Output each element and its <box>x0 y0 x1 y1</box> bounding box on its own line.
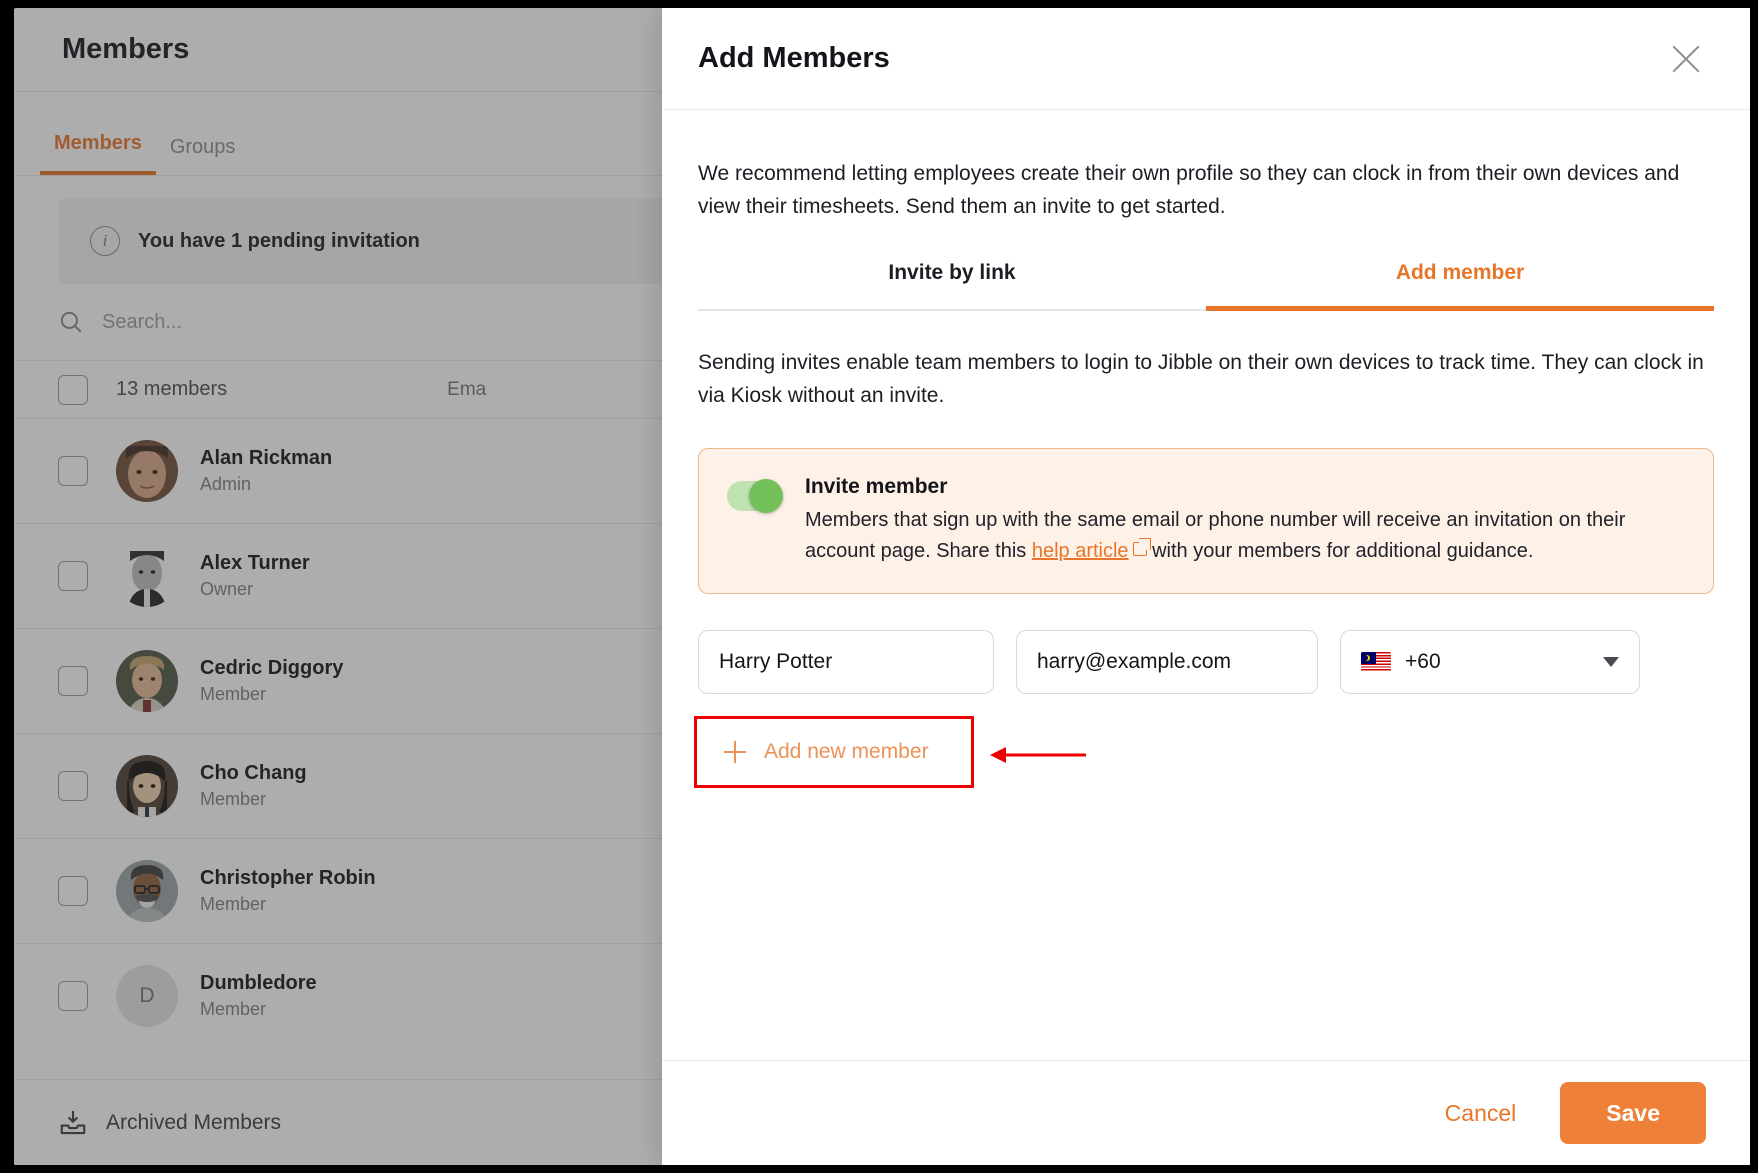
phone-country-select[interactable]: +60 <box>1340 630 1640 695</box>
member-identity: Alan Rickman Admin <box>88 440 558 502</box>
search-placeholder: Search... <box>102 310 183 333</box>
avatar-photo <box>116 755 178 817</box>
row-checkbox[interactable] <box>58 981 88 1011</box>
archived-members-label: Archived Members <box>106 1110 282 1134</box>
invite-member-toggle[interactable] <box>727 479 783 514</box>
row-checkbox[interactable] <box>58 666 88 696</box>
cancel-button[interactable]: Cancel <box>1431 1090 1531 1137</box>
avatar-photo <box>116 545 178 607</box>
close-icon[interactable] <box>1666 39 1706 79</box>
member-role: Member <box>200 789 267 810</box>
avatar <box>116 545 178 607</box>
plus-icon <box>724 741 746 764</box>
invite-member-title: Invite member <box>805 475 948 499</box>
tab-groups[interactable]: Groups <box>156 136 250 175</box>
email-field-value: harry@example.com <box>1037 650 1232 674</box>
modal-body: We recommend letting employees create th… <box>662 110 1750 1060</box>
malaysia-flag-icon <box>1361 652 1391 673</box>
avatar <box>116 755 178 817</box>
callout-text-after: with your members for additional guidanc… <box>1146 540 1534 563</box>
row-checkbox[interactable] <box>58 456 88 486</box>
modal-title: Add Members <box>698 42 890 74</box>
member-identity: Cedric Diggory Member <box>88 650 558 712</box>
page-title: Members <box>62 33 190 65</box>
add-new-member-button[interactable]: Add new member <box>698 720 970 785</box>
invite-member-callout: Invite member Members that sign up with … <box>698 448 1714 595</box>
external-link-icon <box>1132 538 1151 557</box>
select-all-checkbox[interactable] <box>58 374 88 405</box>
add-new-member-label: Add new member <box>764 740 929 764</box>
member-name: Dumbledore <box>200 972 317 995</box>
member-identity: Cho Chang Member <box>88 755 558 817</box>
member-role: Member <box>200 999 267 1020</box>
name-field-value: Harry Potter <box>719 650 833 674</box>
modal-subtext: Sending invites enable team members to l… <box>698 351 1704 407</box>
search-icon <box>60 311 82 333</box>
avatar-photo <box>116 650 178 712</box>
phone-country-code: +60 <box>1405 650 1441 674</box>
avatar <box>116 650 178 712</box>
tab-add-member[interactable]: Add member <box>1206 261 1714 312</box>
row-checkbox[interactable] <box>58 771 88 801</box>
pending-invitation-text: You have 1 pending invitation <box>138 229 420 252</box>
member-identity: D Dumbledore Member <box>88 965 558 1027</box>
member-identity: Alex Turner Owner <box>88 545 558 607</box>
modal-tabs: Invite by link Add member <box>698 261 1714 312</box>
tab-invite-by-link[interactable]: Invite by link <box>698 261 1206 309</box>
member-name: Alex Turner <box>200 552 310 575</box>
members-count: 13 members <box>116 378 228 400</box>
member-role: Admin <box>200 474 252 495</box>
avatar <box>116 860 178 922</box>
add-members-modal: Add Members We recommend letting employe… <box>662 8 1750 1165</box>
avatar-initial: D <box>116 965 178 1027</box>
avatar-photo <box>116 440 178 502</box>
name-field[interactable]: Harry Potter <box>698 630 994 695</box>
modal-header: Add Members <box>662 8 1750 110</box>
avatar <box>116 440 178 502</box>
avatar-photo <box>116 860 178 922</box>
member-role: Owner <box>200 579 254 600</box>
member-role: Member <box>200 894 267 915</box>
modal-intro-text: We recommend letting employees create th… <box>698 162 1680 218</box>
archive-inbox-icon <box>60 1110 86 1134</box>
screenshot-root: Members Members Groups i You have 1 pend… <box>0 0 1758 1173</box>
email-field[interactable]: harry@example.com <box>1016 630 1318 695</box>
member-name: Cho Chang <box>200 762 307 785</box>
invite-member-description: Members that sign up with the same email… <box>805 505 1685 567</box>
tab-members[interactable]: Members <box>40 132 156 175</box>
add-new-member-wrap: Add new member <box>694 716 1086 789</box>
save-button[interactable]: Save <box>1560 1082 1706 1144</box>
annotation-arrow-icon <box>990 747 1086 764</box>
chevron-down-icon <box>1603 657 1619 668</box>
help-article-link[interactable]: help article <box>1032 540 1129 562</box>
info-circle-icon: i <box>90 226 120 256</box>
member-input-row: Harry Potter harry@example.com +60 <box>698 630 1714 695</box>
member-role: Member <box>200 684 267 705</box>
modal-footer: Cancel Save <box>662 1060 1750 1165</box>
member-name: Christopher Robin <box>200 867 376 890</box>
member-identity: Christopher Robin Member <box>88 860 558 922</box>
row-checkbox[interactable] <box>58 876 88 906</box>
member-name: Cedric Diggory <box>200 657 344 680</box>
toggle-knob <box>749 479 783 514</box>
member-name: Alan Rickman <box>200 447 333 470</box>
row-checkbox[interactable] <box>58 561 88 591</box>
